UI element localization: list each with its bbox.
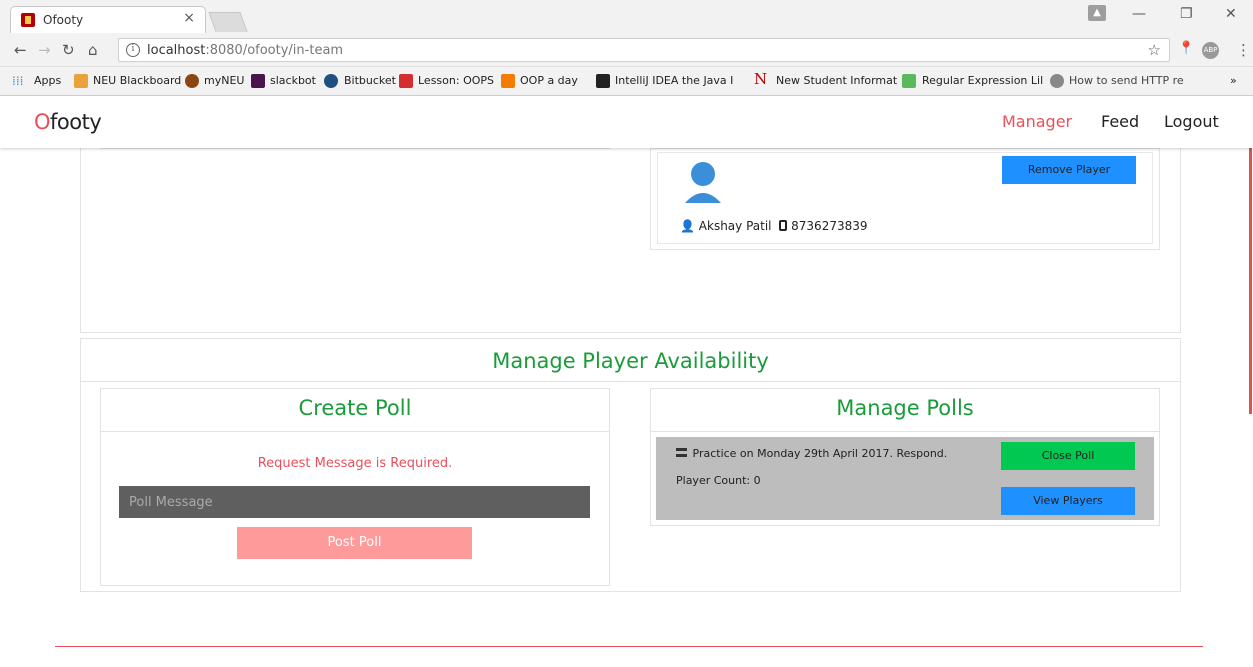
create-poll-divider [100,431,610,432]
bookmark-apps[interactable]: Apps [34,74,61,87]
bookmark-neu-blackboard[interactable]: NEU Blackboard [93,74,181,87]
poll-item: Practice on Monday 29th April 2017. Resp… [676,447,947,460]
user-avatar-icon [685,162,721,203]
slack-icon [251,74,265,88]
create-poll-title: Create Poll [298,396,412,420]
logo-o: O [34,110,51,134]
availability-divider [80,381,1181,382]
manage-polls-title: Manage Polls [836,396,974,420]
reload-icon[interactable]: ↻ [62,41,75,59]
url-host: localhost [147,43,206,58]
player-info: 👤 Akshay Patil 8736273839 [680,219,868,233]
bookmark-http[interactable]: How to send HTTP re [1069,74,1184,87]
poll-message-input[interactable] [119,486,590,518]
http-icon [1050,74,1064,88]
bookmark-slackbot[interactable]: slackbot [270,74,316,87]
info-icon[interactable]: i [126,43,140,57]
browser-tabstrip: Ofooty × ▲ — ❐ ✕ [0,0,1253,33]
bookmark-myneu[interactable]: myNEU [204,74,244,87]
blackboard-icon [74,74,88,88]
lesson-icon [399,74,413,88]
logo-text: footy [50,110,102,134]
phone-icon [779,220,788,231]
post-poll-button[interactable]: Post Poll [237,527,472,559]
blogger-icon [501,74,515,88]
bookmark-oop-a-day[interactable]: OOP a day [520,74,578,87]
location-pin-icon[interactable]: 📍 [1178,41,1194,56]
tab-title: Ofooty [43,13,84,27]
player-phone: 8736273839 [791,219,868,233]
manage-polls-divider [650,431,1160,432]
forward-icon[interactable]: → [38,41,51,59]
bookmark-regex[interactable]: Regular Expression Lil [922,74,1043,87]
url-path: :8080/ofooty/in-team [205,43,344,58]
bitbucket-icon [324,74,338,88]
ofooty-favicon-icon [21,13,35,27]
profile-icon[interactable]: ▲ [1088,5,1106,21]
remove-player-button[interactable]: Remove Player [1002,156,1136,184]
close-window-icon[interactable]: ✕ [1225,6,1237,22]
minimize-icon[interactable]: — [1132,6,1146,22]
paw-icon [185,74,199,88]
nav-feed[interactable]: Feed [1101,112,1139,131]
player-card-inner: Remove Player 👤 Akshay Patil 8736273839 [657,152,1153,244]
bookmarks-bar: ⁞⁞⁞ Apps NEU Blackboard myNEU slackbot B… [0,67,1253,96]
menu-icon[interactable]: ⋮ [1236,41,1251,59]
nav-manager[interactable]: Manager [1002,112,1072,131]
footer-divider [55,646,1203,647]
back-icon[interactable]: ← [14,41,27,59]
site-navbar: Ofooty Manager Feed Logout [0,96,1253,148]
close-poll-button[interactable]: Close Poll [1001,442,1135,470]
bookmarks-more-icon[interactable]: » [1230,74,1237,87]
nav-logout[interactable]: Logout [1164,112,1219,131]
poll-text: Practice on Monday 29th April 2017. Resp… [692,447,948,460]
view-players-button[interactable]: View Players [1001,487,1135,515]
poll-player-count: Player Count: 0 [676,474,761,487]
list-icon [676,448,687,457]
apps-grid-icon[interactable]: ⁞⁞⁞ [12,74,26,88]
new-tab-button[interactable] [208,12,248,32]
browser-tab[interactable]: Ofooty × [10,6,206,33]
address-bar[interactable]: i localhost:8080/ofooty/in-team ☆ [118,38,1170,62]
bookmark-bitbucket[interactable]: Bitbucket [344,74,396,87]
player-card: Remove Player 👤 Akshay Patil 8736273839 [650,148,1160,250]
availability-title: Manage Player Availability [492,349,769,373]
bookmark-lesson-oops[interactable]: Lesson: OOPS [418,74,494,87]
browser-toolbar: ← → ↻ ⌂ i localhost:8080/ofooty/in-team … [0,33,1253,67]
url-text: localhost:8080/ofooty/in-team [147,43,343,58]
bookmark-intellij[interactable]: IntelliJ IDEA the Java I [615,74,733,87]
poll-error-message: Request Message is Required. [257,456,453,471]
home-icon[interactable]: ⌂ [88,41,98,59]
poll-row: Practice on Monday 29th April 2017. Resp… [656,437,1154,520]
player-name: Akshay Patil [698,219,772,233]
ofooty-logo[interactable]: Ofooty [34,110,102,134]
restore-icon[interactable]: ❐ [1180,6,1193,22]
user-icon: 👤 [680,219,695,233]
tab-close-icon[interactable]: × [183,10,195,26]
adblock-icon[interactable]: ABP [1202,42,1219,59]
bookmark-new-student[interactable]: New Student Informat [776,74,897,87]
jetbrains-icon [596,74,610,88]
bookmark-star-icon[interactable]: ☆ [1148,41,1161,59]
northeastern-icon: N [754,70,768,88]
scrollbar[interactable] [1249,148,1252,414]
regex-icon [902,74,916,88]
